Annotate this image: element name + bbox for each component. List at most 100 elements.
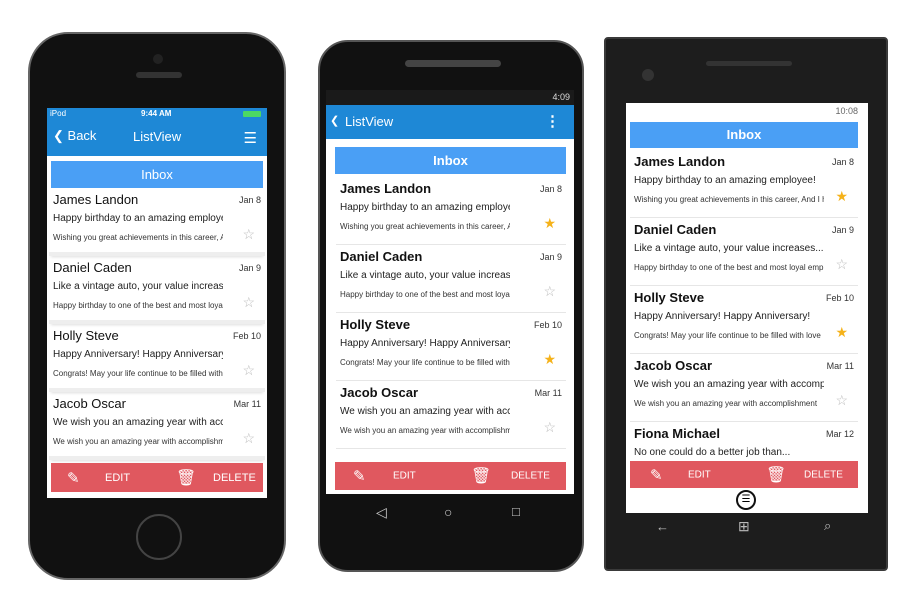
sender-name: James Landon <box>340 181 432 196</box>
email-subject: We wish you an amazing year with accompl… <box>53 417 223 428</box>
camera <box>642 69 654 81</box>
email-date: Mar 11 <box>826 361 854 371</box>
email-list-item[interactable]: James Landon Jan 8 Happy birthday to an … <box>49 188 265 256</box>
pencil-icon[interactable]: ✎ <box>650 466 663 484</box>
recents-nav-icon[interactable]: □ <box>512 504 520 519</box>
email-subject: We wish you an amazing year with accompl… <box>340 406 510 417</box>
email-preview: Happy birthday to one of the best and mo… <box>340 290 510 299</box>
pencil-icon[interactable]: ✎ <box>67 469 80 487</box>
sender-name: Daniel Caden <box>340 249 423 264</box>
email-subject: Happy birthday to an amazing employee! <box>340 202 510 213</box>
delete-button[interactable]: DELETE <box>213 472 256 484</box>
star-outline-icon[interactable]: ☆ <box>835 256 848 273</box>
back-arrow-icon[interactable]: ❮ <box>330 114 339 127</box>
action-bar: ✎ EDIT 🗑 DELETE <box>335 462 566 490</box>
email-date: Jan 9 <box>539 252 562 262</box>
email-preview: We wish you an amazing year with accompl… <box>634 399 818 408</box>
list-menu-icon[interactable]: ☰ <box>736 490 756 510</box>
back-nav-icon[interactable]: ← <box>656 519 669 534</box>
star-outline-icon[interactable]: ☆ <box>242 430 255 447</box>
back-button[interactable]: ❮ Back <box>53 128 96 144</box>
email-list-item[interactable]: Holly Steve Feb 10 Happy Anniversary! Ha… <box>49 324 265 392</box>
trash-icon[interactable]: 🗑 <box>176 468 196 488</box>
trash-icon[interactable]: 🗑 <box>766 465 786 485</box>
speaker <box>706 61 792 66</box>
email-date: Mar 11 <box>233 399 261 409</box>
chevron-left-icon: ❮ <box>53 128 64 143</box>
star-filled-icon[interactable]: ★ <box>835 324 848 341</box>
sender-name: Jacob Oscar <box>634 358 713 373</box>
home-nav-icon[interactable]: ○ <box>444 504 452 520</box>
delete-button[interactable]: DELETE <box>511 471 550 482</box>
hamburger-icon[interactable]: ☰ <box>244 129 257 147</box>
star-outline-icon[interactable]: ☆ <box>242 294 255 311</box>
action-bar: ✎ EDIT 🗑 DELETE <box>630 461 858 488</box>
search-nav-icon[interactable]: ⌕ <box>824 518 831 534</box>
email-list-item[interactable]: Daniel Caden Jan 9 Like a vintage auto, … <box>630 218 858 286</box>
pencil-icon[interactable]: ✎ <box>353 467 366 485</box>
email-date: Feb 10 <box>232 331 261 341</box>
email-preview: Wishing you great achievements in this c… <box>53 233 223 242</box>
email-list-item[interactable]: Jacob Oscar Mar 11 We wish you an amazin… <box>336 381 566 449</box>
android-device: 4:09 ❮ ListView ⋮ Inbox James Landon Jan… <box>318 40 584 572</box>
windows-screen: 10:08 Inbox James Landon Jan 8 Happy bir… <box>626 103 868 513</box>
email-preview: Wishing you great achievements in this c… <box>340 222 510 231</box>
email-list-item[interactable]: Daniel Caden Jan 9 Like a vintage auto, … <box>336 245 566 313</box>
star-outline-icon[interactable]: ☆ <box>543 419 556 436</box>
email-preview: Happy birthday to one of the best and mo… <box>53 301 223 310</box>
sender-name: Holly Steve <box>340 317 411 332</box>
carrier: iPod <box>50 109 67 118</box>
email-subject: Like a vintage auto, your value increase… <box>340 270 510 281</box>
star-filled-icon[interactable]: ★ <box>543 351 556 368</box>
status-time: 10:08 <box>835 106 858 116</box>
email-list-item[interactable]: Jacob Oscar Mar 11 We wish you an amazin… <box>49 392 265 460</box>
delete-button[interactable]: DELETE <box>804 469 843 480</box>
sender-name: Jacob Oscar <box>340 385 419 400</box>
sender-name: James Landon <box>53 192 139 207</box>
star-outline-icon[interactable]: ☆ <box>835 392 848 409</box>
sender-name: Daniel Caden <box>634 222 717 237</box>
email-list-item[interactable]: Jacob Oscar Mar 11 We wish you an amazin… <box>630 354 858 422</box>
email-list-item[interactable]: James Landon Jan 8 Happy birthday to an … <box>336 177 566 245</box>
email-subject: Happy birthday to an amazing employee! <box>634 175 816 186</box>
windows-start-icon[interactable]: ⊞ <box>738 518 750 535</box>
home-button[interactable] <box>136 514 182 560</box>
email-preview: Wishing you great achievements in this c… <box>634 195 824 204</box>
email-list-item[interactable]: Fiona Michael Mar 12 No one could do a b… <box>630 422 858 460</box>
star-outline-icon[interactable]: ☆ <box>242 226 255 243</box>
edit-button[interactable]: EDIT <box>105 472 130 484</box>
email-subject: Happy birthday to an amazing employee! <box>53 213 223 224</box>
email-date: Mar 12 <box>825 429 854 439</box>
email-list-item[interactable]: James Landon Jan 8 Happy birthday to an … <box>630 150 858 218</box>
sender-name: James Landon <box>634 154 726 169</box>
back-nav-icon[interactable]: ◁ <box>376 504 387 521</box>
iphone-device: iPod 9:44 AM ❮ Back ListView ☰ Inbox Jam… <box>28 32 286 580</box>
android-screen: 4:09 ❮ ListView ⋮ Inbox James Landon Jan… <box>326 90 574 494</box>
sender-name: Fiona Michael <box>634 426 720 441</box>
email-preview: Happy birthday to one of the best and mo… <box>634 263 824 272</box>
email-list-item[interactable]: Holly Steve Feb 10 Happy Anniversary! Ha… <box>336 313 566 381</box>
email-subject: We wish you an amazing year with accompl… <box>634 379 824 390</box>
email-subject: No one could do a better job than... <box>634 447 791 458</box>
email-date: Feb 10 <box>825 293 854 303</box>
inbox-header: Inbox <box>335 147 566 174</box>
email-preview: Congrats! May your life continue to be f… <box>53 369 223 378</box>
star-outline-icon[interactable]: ☆ <box>543 283 556 300</box>
camera <box>153 54 163 64</box>
toolbar: ❮ ListView ⋮ <box>326 105 574 139</box>
star-outline-icon[interactable]: ☆ <box>242 362 255 379</box>
nav-title: ListView <box>133 129 182 144</box>
star-filled-icon[interactable]: ★ <box>835 188 848 205</box>
edit-button[interactable]: EDIT <box>393 471 416 482</box>
edit-button[interactable]: EDIT <box>688 469 711 480</box>
email-list-item[interactable]: Holly Steve Feb 10 Happy Anniversary! Ha… <box>630 286 858 354</box>
ios-screen: iPod 9:44 AM ❮ Back ListView ☰ Inbox Jam… <box>47 108 267 498</box>
more-vert-icon[interactable]: ⋮ <box>545 112 560 130</box>
email-list: James Landon Jan 8 Happy birthday to an … <box>49 188 265 463</box>
email-list-item[interactable]: Daniel Caden Jan 9 Like a vintage auto, … <box>49 256 265 324</box>
inbox-header: Inbox <box>630 122 858 148</box>
star-filled-icon[interactable]: ★ <box>543 215 556 232</box>
email-preview: We wish you an amazing year with accompl… <box>340 426 510 435</box>
trash-icon[interactable]: 🗑 <box>471 466 491 486</box>
email-date: Feb 10 <box>533 320 562 330</box>
